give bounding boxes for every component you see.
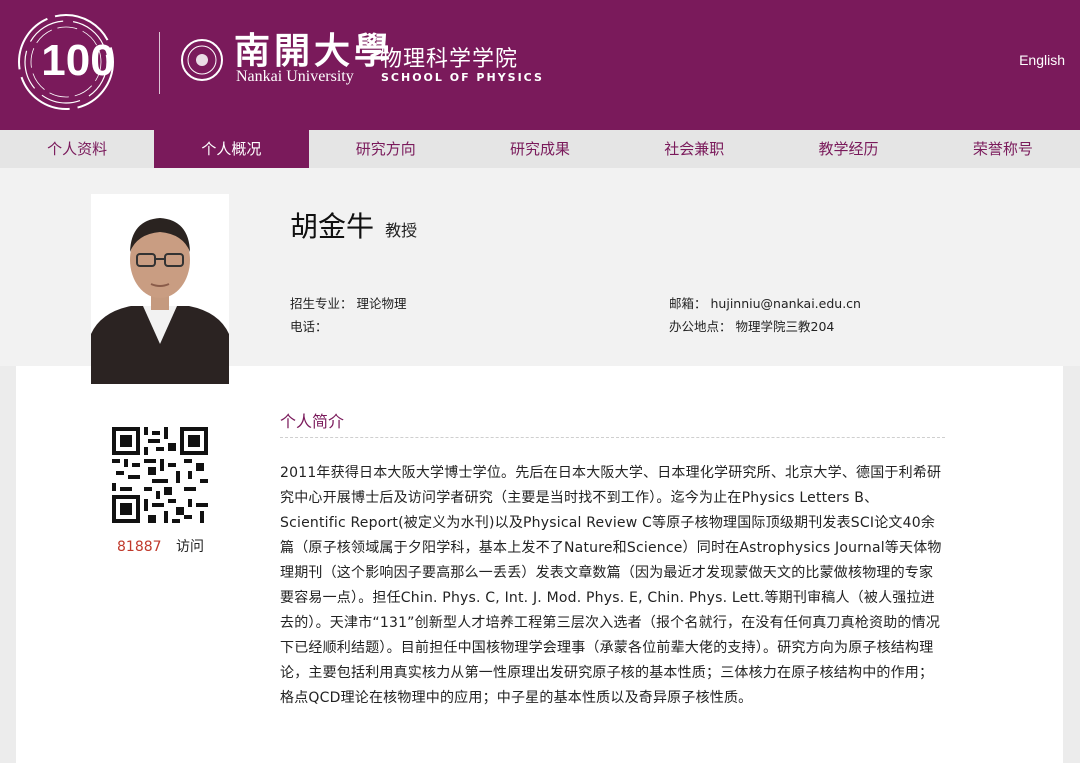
phone-label: 电话：	[290, 319, 328, 334]
site-header: 100 南開大學 Nankai University 物理科学学院 SCHOOL…	[0, 0, 1080, 130]
email-value[interactable]: hujinniu@nankai.edu.cn	[711, 296, 861, 311]
english-link[interactable]: English	[1019, 52, 1065, 68]
tab-honors[interactable]: 荣誉称号	[926, 130, 1080, 168]
name-block: 胡金牛 教授	[290, 205, 417, 245]
email-label: 邮箱：	[669, 296, 707, 311]
school-name-en: SCHOOL OF PHYSICS	[381, 71, 544, 84]
university-name-cn: 南開大學	[234, 30, 395, 72]
tab-research-results[interactable]: 研究成果	[463, 130, 617, 168]
tab-overview[interactable]: 个人概况	[154, 130, 309, 168]
bio-section-title: 个人简介	[280, 412, 345, 431]
school-name-cn: 物理科学学院	[380, 47, 519, 72]
section-divider	[280, 437, 945, 438]
bio-text: 2011年获得日本大阪大学博士学位。先后在日本大阪大学、日本理化学研究所、北京大…	[280, 465, 942, 706]
office-info: 办公地点： 物理学院三教204	[669, 316, 834, 335]
tab-research-directions[interactable]: 研究方向	[309, 130, 463, 168]
university-seal-icon	[181, 39, 223, 81]
major-info: 招生专业： 理论物理	[290, 293, 407, 312]
person-name: 胡金牛	[290, 210, 375, 243]
centennial-logo-icon: 100	[18, 14, 115, 110]
phone-info: 电话：	[290, 316, 328, 335]
tab-teaching[interactable]: 教学经历	[771, 130, 925, 168]
major-label: 招生专业：	[290, 296, 353, 311]
qr-code-icon	[112, 427, 208, 523]
email-info: 邮箱： hujinniu@nankai.edu.cn	[669, 293, 861, 312]
profile-nav: 个人资料 个人概况 研究方向 研究成果 社会兼职 教学经历 荣誉称号	[0, 130, 1080, 168]
portrait-image	[91, 194, 229, 384]
tab-social-positions[interactable]: 社会兼职	[617, 130, 771, 168]
profile-photo	[91, 194, 229, 384]
major-value: 理论物理	[356, 296, 407, 311]
visit-counter: 81887 访问	[117, 536, 204, 556]
office-value: 物理学院三教204	[735, 319, 835, 334]
person-title: 教授	[385, 221, 418, 240]
visit-count: 81887	[117, 539, 162, 555]
header-divider	[159, 32, 160, 94]
university-name-en: Nankai University	[236, 68, 354, 85]
office-label: 办公地点：	[669, 319, 732, 334]
tab-personal-info[interactable]: 个人资料	[0, 130, 154, 168]
visit-label: 访问	[176, 539, 204, 555]
svg-text:100: 100	[41, 36, 114, 85]
